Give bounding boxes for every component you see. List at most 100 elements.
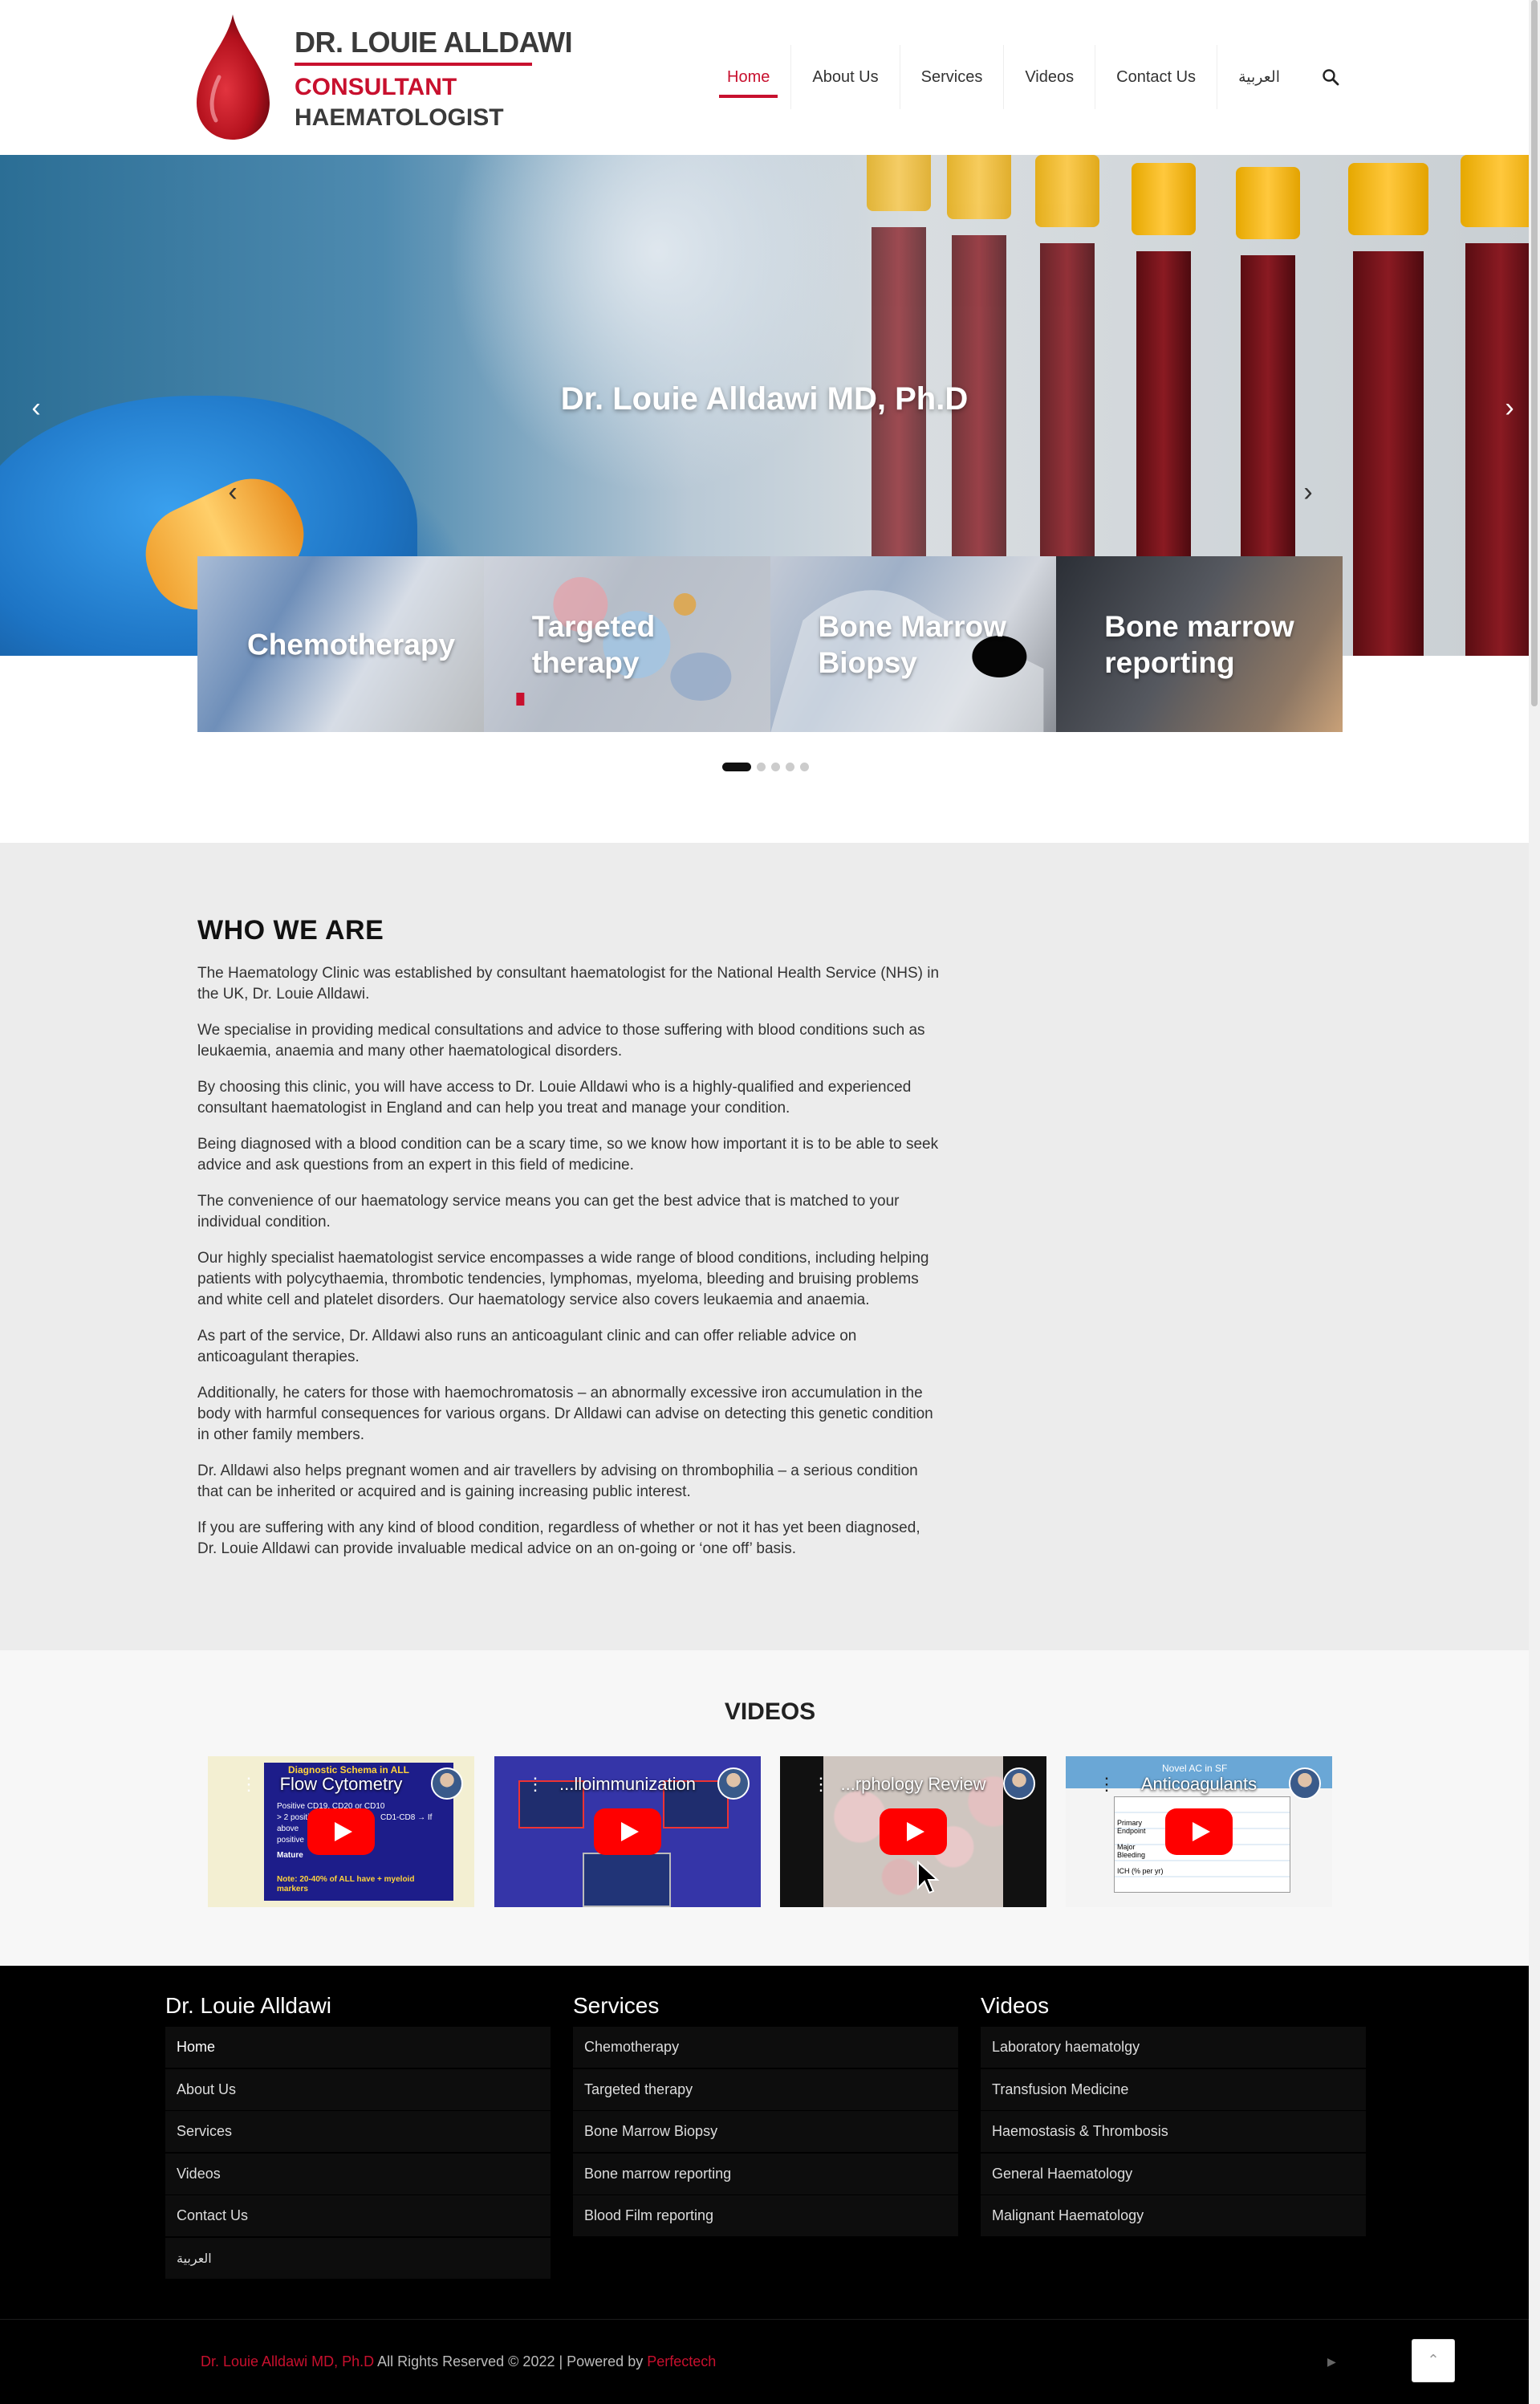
carousel-dot[interactable] xyxy=(800,763,809,771)
footer-link-chemotherapy[interactable]: Chemotherapy xyxy=(573,2027,958,2068)
who-paragraph: As part of the service, Dr. Alldawi also… xyxy=(197,1328,857,1365)
service-card-label: Targeted therapy xyxy=(531,609,656,679)
who-paragraph: Our highly specialist haematologist serv… xyxy=(197,1250,929,1308)
footer-link-haemostasis-thrombosis[interactable]: Haemostasis & Thrombosis xyxy=(981,2111,1366,2152)
carousel-dot[interactable] xyxy=(757,763,766,771)
who-paragraph: We specialise in providing medical consu… xyxy=(197,1022,925,1060)
footer-link-bone-marrow-biopsy[interactable]: Bone Marrow Biopsy xyxy=(573,2111,958,2152)
nav-services[interactable]: Services xyxy=(899,45,1004,109)
carousel-dot[interactable] xyxy=(771,763,780,771)
service-card-label: Bone Marrow Biopsy xyxy=(818,609,1006,679)
footer-link-targeted-therapy[interactable]: Targeted therapy xyxy=(573,2068,958,2110)
footer-link-list: Home About Us Services Videos Contact Us… xyxy=(165,2027,551,2279)
youtube-play-icon[interactable] xyxy=(307,1808,375,1855)
video-overlay-line: positive xyxy=(277,1836,304,1845)
services-carousel: Chemotherapy Targeted therapy Bone Marro… xyxy=(197,556,1343,732)
footer-link-transfusion-medicine[interactable]: Transfusion Medicine xyxy=(981,2068,1366,2110)
video-overlay-line: Note: 20-40% of ALL have + myeloid marke… xyxy=(277,1875,415,1894)
channel-avatar[interactable] xyxy=(717,1767,750,1800)
service-card-label: Bone marrow reporting xyxy=(1104,609,1294,679)
footer-column-title: Videos xyxy=(981,1993,1050,2018)
main-nav: Home About Us Services Videos Contact Us… xyxy=(706,45,1301,109)
service-card-targeted-therapy[interactable]: Targeted therapy xyxy=(483,556,770,732)
video-overlay-row: Primary Endpoint xyxy=(1117,1819,1146,1835)
footer-link-videos[interactable]: Videos xyxy=(165,2153,551,2195)
copyright-name-link[interactable]: Dr. Louie Alldawi MD, Ph.D xyxy=(201,2353,374,2369)
footer-column-services: Services Chemotherapy Targeted therapy B… xyxy=(573,1993,958,2238)
logo-subtitle-haematologist: HAEMATOLOGIST xyxy=(295,104,504,131)
videos-section: VIDEOS Diagnostic Schema in ALL Positive… xyxy=(0,1650,1529,1966)
nav-arabic[interactable]: العربية xyxy=(1217,45,1301,109)
footer-column-videos: Videos Laboratory haematolgy Transfusion… xyxy=(981,1993,1366,2238)
scrollbar-thumb[interactable] xyxy=(1531,0,1538,706)
who-paragraph: The Haematology Clinic was established b… xyxy=(197,965,940,1003)
page-scrollbar[interactable] xyxy=(1529,0,1540,2404)
footer-link-list: Laboratory haematolgy Transfusion Medici… xyxy=(981,2027,1366,2236)
footer-link-home[interactable]: Home xyxy=(165,2027,551,2068)
service-card-label: Chemotherapy xyxy=(247,627,456,661)
footer-link-services[interactable]: Services xyxy=(165,2111,551,2152)
video-overlay-line: above xyxy=(277,1824,299,1833)
channel-avatar[interactable] xyxy=(1003,1767,1035,1800)
powered-by-link[interactable]: Perfectech xyxy=(647,2353,716,2369)
footer-link-laboratory-haematology[interactable]: Laboratory haematolgy xyxy=(981,2027,1366,2068)
site-header: DR. LOUIE ALLDAWI CONSULTANT HAEMATOLOGI… xyxy=(0,0,1529,155)
channel-avatar[interactable] xyxy=(431,1767,463,1800)
who-we-are-section: WHO WE ARE The Haematology Clinic was es… xyxy=(0,843,1529,1650)
who-paragraph: Dr. Alldawi also helps pregnant women an… xyxy=(197,1462,918,1500)
carousel-dot[interactable] xyxy=(722,763,751,771)
nav-videos[interactable]: Videos xyxy=(1003,45,1095,109)
video-embed-morphology-review[interactable]: ⋮ ...rphology Review xyxy=(780,1756,1046,1907)
cards-next-icon[interactable]: › xyxy=(1296,476,1320,508)
video-overlay-line: CD1-CD8 → If xyxy=(380,1813,433,1822)
video-overlay-line: Mature xyxy=(277,1851,303,1860)
chevron-right-icon[interactable]: › xyxy=(1497,392,1522,424)
carousel-pagination xyxy=(722,763,809,771)
logo-divider xyxy=(295,63,532,66)
nav-about-us[interactable]: About Us xyxy=(790,45,899,109)
video-overlay-heading: Novel AC in SF xyxy=(1162,1763,1228,1774)
who-paragraph: By choosing this clinic, you will have a… xyxy=(197,1079,912,1117)
video-embed-anticoagulants[interactable]: Novel AC in SF Primary Endpoint Major Bl… xyxy=(1066,1756,1332,1907)
cards-prev-icon[interactable]: ‹ xyxy=(221,476,245,508)
logo-subtitle-consultant: CONSULTANT xyxy=(295,74,457,100)
footer-link-arabic[interactable]: العربية xyxy=(165,2237,551,2279)
play-icon[interactable]: ▶ xyxy=(1327,2355,1336,2369)
footer-link-contact-us[interactable]: Contact Us xyxy=(165,2195,551,2236)
site-footer: Dr. Louie Alldawi Home About Us Services… xyxy=(0,1966,1529,2319)
who-we-are-body: The Haematology Clinic was established b… xyxy=(197,963,940,1575)
video-overlay-row: Major Bleeding xyxy=(1117,1843,1146,1859)
footer-link-about-us[interactable]: About Us xyxy=(165,2068,551,2110)
nav-home[interactable]: Home xyxy=(706,45,790,109)
chevron-left-icon[interactable]: ‹ xyxy=(24,392,48,424)
youtube-play-icon[interactable] xyxy=(1165,1808,1233,1855)
footer-column-about: Dr. Louie Alldawi Home About Us Services… xyxy=(165,1993,551,2280)
channel-avatar[interactable] xyxy=(1289,1767,1321,1800)
footer-link-general-haematology[interactable]: General Haematology xyxy=(981,2153,1366,2195)
scroll-to-top-button[interactable]: ⌃ xyxy=(1412,2339,1455,2382)
service-card-bone-marrow-reporting[interactable]: Bone marrow reporting xyxy=(1056,556,1343,732)
youtube-play-icon[interactable] xyxy=(880,1808,947,1855)
footer-link-blood-film-reporting[interactable]: Blood Film reporting xyxy=(573,2195,958,2236)
video-embed-alloimmunization[interactable]: ⋮ ...lloimmunization xyxy=(494,1756,761,1907)
search-icon[interactable] xyxy=(1322,68,1339,86)
videos-title: VIDEOS xyxy=(724,1698,816,1725)
nav-contact-us[interactable]: Contact Us xyxy=(1095,45,1217,109)
who-paragraph: If you are suffering with any kind of bl… xyxy=(197,1519,920,1557)
footer-column-title: Services xyxy=(573,1993,660,2018)
service-card-chemotherapy[interactable]: Chemotherapy xyxy=(197,556,484,732)
footer-link-list: Chemotherapy Targeted therapy Bone Marro… xyxy=(573,2027,958,2236)
service-card-bone-marrow-biopsy[interactable]: Bone Marrow Biopsy xyxy=(770,556,1057,732)
footer-link-malignant-haematology[interactable]: Malignant Haematology xyxy=(981,2195,1366,2236)
carousel-dot[interactable] xyxy=(786,763,794,771)
copyright-statement: All Rights Reserved © 2022 | Powered by xyxy=(374,2353,648,2369)
youtube-play-icon[interactable] xyxy=(594,1808,661,1855)
copyright-text: Dr. Louie Alldawi MD, Ph.D All Rights Re… xyxy=(201,2353,716,2370)
blood-drop-logo-icon xyxy=(197,14,270,140)
mouse-cursor-icon xyxy=(917,1861,940,1894)
logo-name: DR. LOUIE ALLDAWI xyxy=(295,26,573,59)
site-logo[interactable]: DR. LOUIE ALLDAWI CONSULTANT HAEMATOLOGI… xyxy=(195,13,573,141)
video-embed-flow-cytometry[interactable]: Diagnostic Schema in ALL Positive CD19, … xyxy=(208,1756,474,1907)
video-overlay-row: ICH (% per yr) xyxy=(1117,1867,1164,1875)
footer-link-bone-marrow-reporting[interactable]: Bone marrow reporting xyxy=(573,2153,958,2195)
